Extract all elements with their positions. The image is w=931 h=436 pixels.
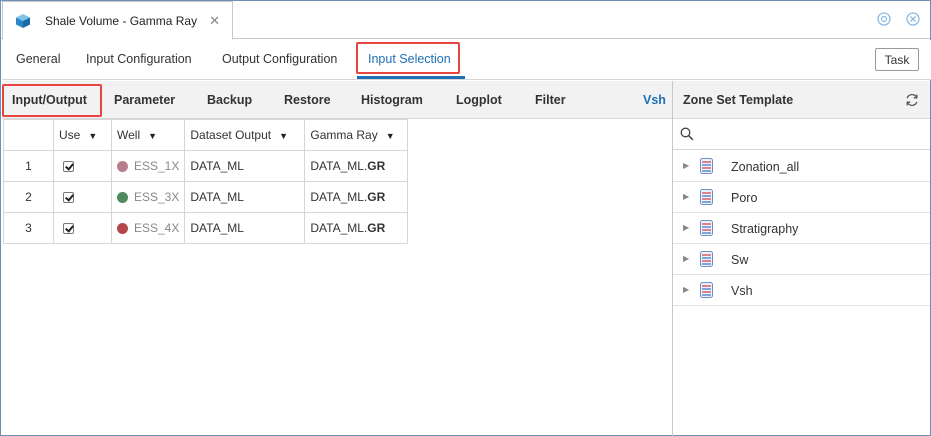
toolbar: Input/Output Parameter Backup Restore Hi… (2, 81, 672, 119)
task-button[interactable]: Task (875, 48, 919, 71)
table-row[interactable]: 1 ESS_1X DATA_ML DATA_ML.GR (3, 150, 409, 182)
column-header-gamma-ray[interactable]: Gamma Ray ▼ (304, 119, 409, 151)
row-number: 1 (3, 150, 54, 182)
zone-item-label: Zonation_all (731, 160, 800, 174)
well-cell: ESS_3X (110, 181, 186, 213)
use-checkbox[interactable] (63, 161, 74, 173)
column-header-gamma-ray-label: Gamma Ray (310, 128, 378, 142)
zone-item-stratigraphy[interactable]: ▶ Stratigraphy (673, 213, 930, 244)
input-selection-table: Use ▼ Well ▼ Dataset Output ▼ Gamma Ray ▼ 1 … (3, 119, 409, 244)
use-checkbox[interactable] (63, 223, 74, 235)
use-checkbox-cell (53, 150, 112, 182)
well-color-dot-icon (117, 223, 128, 235)
column-header-well[interactable]: Well ▼ (110, 119, 186, 151)
section-tabs: General Input Configuration Output Confi… (2, 40, 931, 80)
well-cell: ESS_1X (110, 150, 186, 182)
refresh-window-icon[interactable] (876, 11, 892, 27)
row-number: 3 (3, 212, 54, 244)
gamma-ray-curve: GR (367, 159, 386, 173)
well-name: ESS_4X (134, 221, 180, 235)
main-window: Shale Volume - Gamma Ray ✕ General Input… (0, 0, 931, 436)
column-header-well-label: Well (117, 128, 141, 142)
well-name: ESS_1X (134, 159, 180, 173)
gamma-ray-cell[interactable]: DATA_ML.GR (304, 181, 409, 213)
zone-search-row (673, 119, 930, 150)
dataset-output-cell[interactable]: DATA_ML (184, 150, 306, 182)
table-row[interactable]: 3 ESS_4X DATA_ML DATA_ML.GR (3, 212, 409, 244)
gamma-ray-prefix: DATA_ML. (310, 159, 368, 173)
well-color-dot-icon (117, 161, 128, 173)
well-color-dot-icon (117, 192, 128, 204)
zone-set-template-header: Zone Set Template (673, 81, 930, 119)
zone-set-icon (700, 282, 713, 298)
use-checkbox[interactable] (63, 192, 74, 204)
expand-caret-icon[interactable]: ▶ (683, 161, 689, 170)
tab-output-configuration[interactable]: Output Configuration (222, 52, 337, 66)
highlight-box-input-output (2, 84, 102, 117)
column-header-index (3, 119, 54, 151)
toolbar-logplot[interactable]: Logplot (456, 93, 502, 107)
active-tab-indicator (357, 76, 465, 79)
zone-item-label: Poro (731, 191, 758, 205)
zone-item-sw[interactable]: ▶ Sw (673, 244, 930, 275)
zone-item-label: Sw (731, 253, 749, 267)
document-tab-title: Shale Volume - Gamma Ray (45, 13, 198, 28)
close-window-icon[interactable] (905, 11, 921, 27)
close-tab-icon[interactable]: ✕ (209, 13, 220, 29)
well-name: ESS_3X (134, 190, 180, 204)
column-header-use-label: Use (59, 128, 81, 142)
cube-icon (16, 13, 30, 28)
gamma-ray-cell[interactable]: DATA_ML.GR (304, 212, 409, 244)
zone-set-icon (700, 220, 713, 236)
zone-item-label: Vsh (731, 284, 753, 298)
document-tab[interactable]: Shale Volume - Gamma Ray ✕ (2, 1, 233, 40)
highlight-box-input-selection (356, 42, 460, 74)
toolbar-histogram[interactable]: Histogram (361, 93, 423, 107)
toolbar-backup[interactable]: Backup (207, 93, 252, 107)
toolbar-filter[interactable]: Filter (535, 93, 566, 107)
tab-input-configuration[interactable]: Input Configuration (86, 52, 192, 66)
gamma-ray-curve: GR (367, 190, 386, 204)
dropdown-arrow-icon[interactable]: ▼ (148, 131, 157, 141)
zone-search-input[interactable] (699, 124, 919, 144)
zone-item-label: Stratigraphy (731, 222, 799, 236)
toolbar-vsh[interactable]: Vsh (643, 93, 666, 107)
use-checkbox-cell (53, 181, 112, 213)
toolbar-parameter[interactable]: Parameter (114, 93, 175, 107)
refresh-icon[interactable] (904, 92, 920, 108)
dataset-output-cell[interactable]: DATA_ML (184, 212, 306, 244)
gamma-ray-prefix: DATA_ML. (310, 190, 368, 204)
expand-caret-icon[interactable]: ▶ (683, 192, 689, 201)
zone-set-icon (700, 189, 713, 205)
column-header-dataset-output-label: Dataset Output (190, 128, 272, 142)
zone-item-vsh[interactable]: ▶ Vsh (673, 275, 930, 306)
use-checkbox-cell (53, 212, 112, 244)
zone-set-icon (700, 251, 713, 267)
expand-caret-icon[interactable]: ▶ (683, 285, 689, 294)
expand-caret-icon[interactable]: ▶ (683, 254, 689, 263)
gamma-ray-cell[interactable]: DATA_ML.GR (304, 150, 409, 182)
well-cell: ESS_4X (110, 212, 186, 244)
zone-item-poro[interactable]: ▶ Poro (673, 182, 930, 213)
table-header-row: Use ▼ Well ▼ Dataset Output ▼ Gamma Ray ▼ (3, 119, 409, 151)
document-tab-strip: Shale Volume - Gamma Ray ✕ (1, 1, 930, 40)
zone-set-icon (700, 158, 713, 174)
toolbar-restore[interactable]: Restore (284, 93, 331, 107)
dataset-output-cell[interactable]: DATA_ML (184, 181, 306, 213)
expand-caret-icon[interactable]: ▶ (683, 223, 689, 232)
row-number: 2 (3, 181, 54, 213)
tab-general[interactable]: General (16, 52, 60, 66)
zone-set-template-title: Zone Set Template (683, 93, 794, 107)
column-header-use[interactable]: Use ▼ (53, 119, 112, 151)
search-icon (680, 127, 694, 141)
zone-item-zonation-all[interactable]: ▶ Zonation_all (673, 151, 930, 182)
dropdown-arrow-icon[interactable]: ▼ (88, 131, 97, 141)
table-row[interactable]: 2 ESS_3X DATA_ML DATA_ML.GR (3, 181, 409, 213)
column-header-dataset-output[interactable]: Dataset Output ▼ (184, 119, 306, 151)
gamma-ray-curve: GR (367, 221, 386, 235)
gamma-ray-prefix: DATA_ML. (310, 221, 368, 235)
dropdown-arrow-icon[interactable]: ▼ (386, 131, 395, 141)
dropdown-arrow-icon[interactable]: ▼ (279, 131, 288, 141)
